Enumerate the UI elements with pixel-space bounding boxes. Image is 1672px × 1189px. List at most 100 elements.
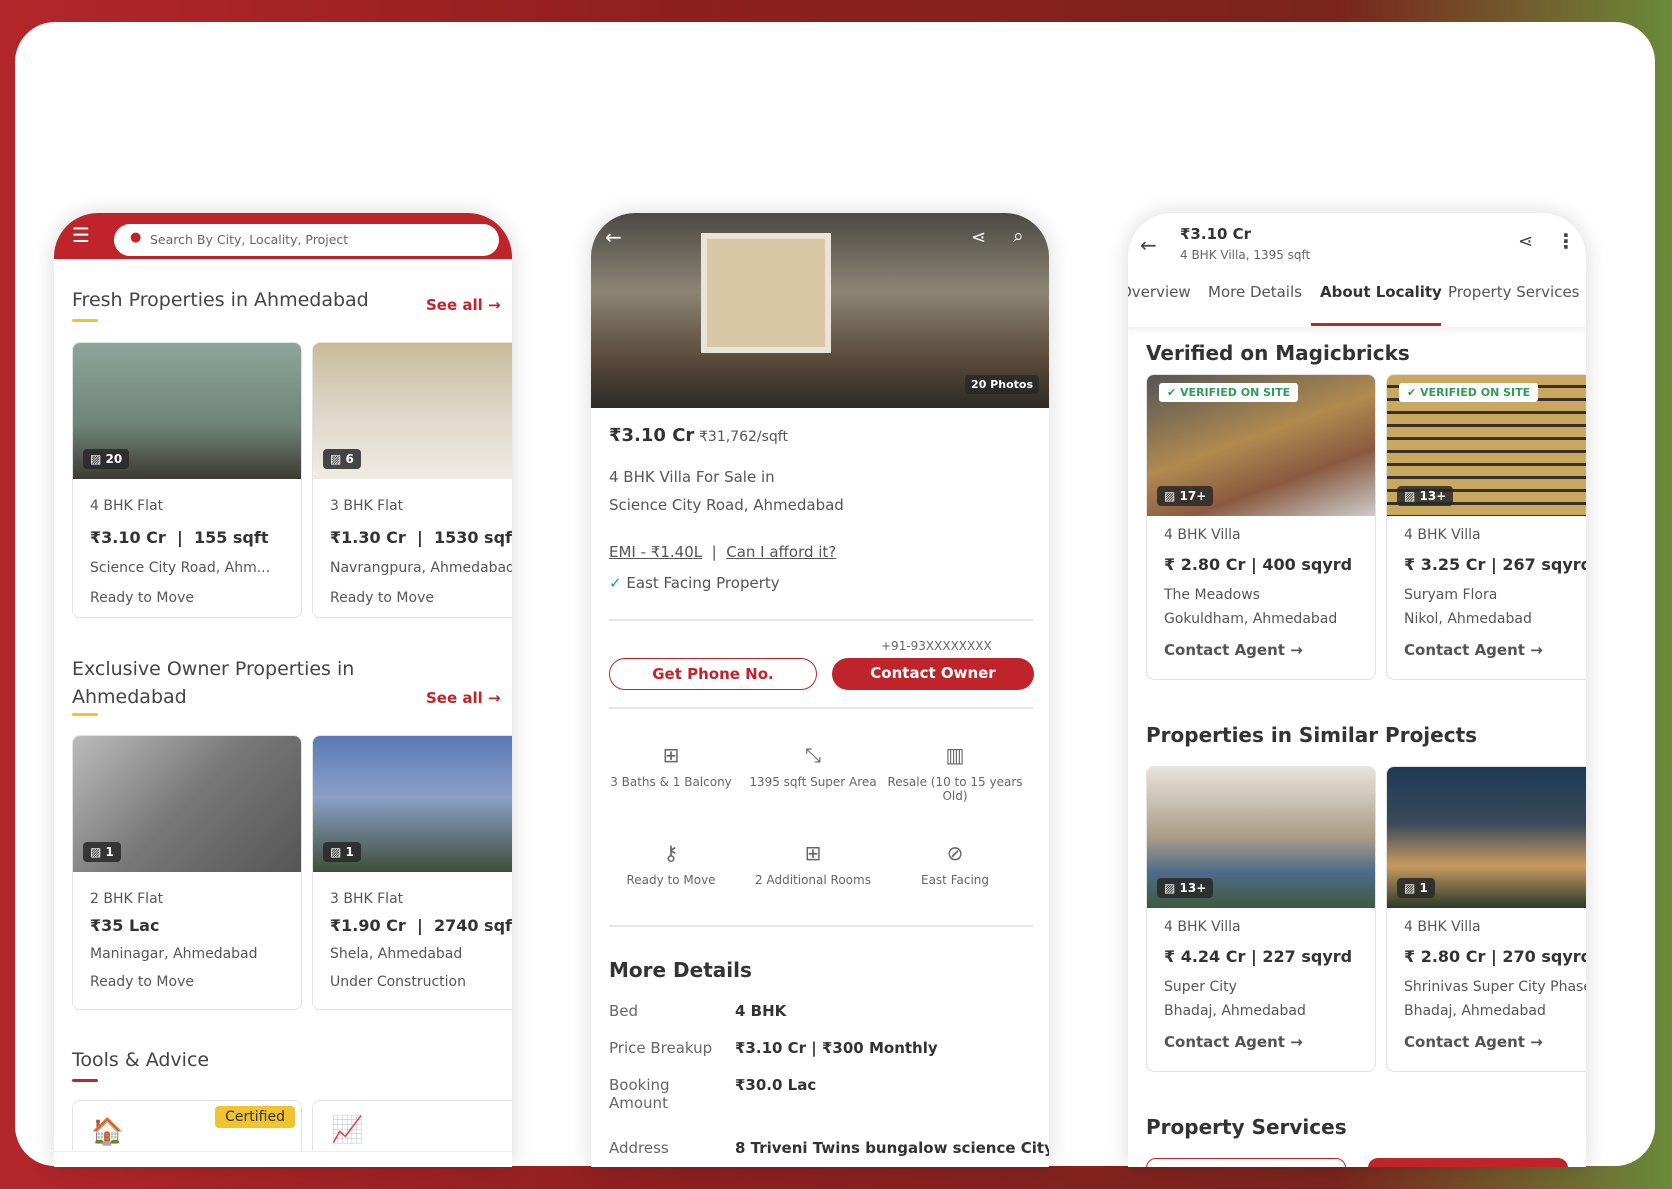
title-underline [72,1079,98,1082]
bottom-nav [54,1151,512,1167]
photo-count-badge: ▨ 1 [83,842,121,862]
property-photo: ▨ 1 [73,736,301,872]
tab-property-services[interactable]: Property Services [1448,283,1580,301]
see-all-label: See all [426,689,483,707]
rooms-grid-icon: ⊞ [804,841,822,865]
contact-agent-link[interactable]: Contact Agent → [1404,1033,1543,1051]
project-name: Super City [1164,979,1237,995]
facing-note: ✓ East Facing Property [609,574,780,592]
title-underline [72,319,98,322]
search-input[interactable]: ● Search By City, Locality, Project [114,224,499,256]
locality-screen: ← ₹3.10 Cr 4 BHK Villa, 1395 sqft ⋖ ⋮ Ov… [1128,213,1586,1167]
divider [609,707,1033,709]
property-type: 2 BHK Flat [90,891,164,907]
property-price: ₹3.10 Cr [609,425,695,446]
property-photo: ▨ 1 [313,736,512,872]
project-name: Suryam Flora [1404,587,1498,603]
property-location: Navrangpura, Ahmedabad [330,560,512,576]
property-type: 4 BHK Flat [90,498,164,514]
top-bar: ☰ ● Search By City, Locality, Project [54,213,512,259]
photo-count-badge: ▨ 13+ [1157,878,1214,898]
check-circle-icon: ✓ [609,574,622,592]
property-photo: ▨ 20 [73,343,301,479]
verified-badge: ✔ VERIFIED ON SITE [1399,383,1539,402]
location-pin-icon: ● [130,230,142,245]
contact-owner-button[interactable]: Contact Owner [832,658,1034,690]
property-location: Bhadaj, Ahmedabad [1164,1003,1306,1019]
property-photo: ▨ 6 [313,343,512,479]
property-location: Shela, Ahmedabad [330,946,463,962]
photo-count-badge: ▨ 6 [323,449,361,469]
get-phone-button[interactable]: Get Phone No. [609,658,817,690]
title-underline [72,713,98,716]
property-type: 4 BHK Villa [1404,527,1481,543]
property-price: ₹1.30 Cr | 1530 sqft [330,528,512,547]
property-detail-screen: ← ⋖ ⌕ 20 Photos ₹3.10 Cr ₹31,762/sqft 4 … [591,213,1049,1167]
price-per-sqft: ₹31,762/sqft [699,429,788,445]
property-type: 3 BHK Flat [330,891,404,907]
more-options-icon[interactable]: ⋮ [1556,229,1576,253]
service-button-filled[interactable] [1368,1158,1568,1167]
property-card[interactable]: ▨ 1 2 BHK Flat ₹35 Lac Maninagar, Ahmeda… [72,735,302,1010]
divider [609,925,1033,927]
feature-possession: ⚷ Ready to Move [601,841,741,887]
see-all-link[interactable]: See all → [426,689,501,707]
building-icon: ▥ [945,743,965,767]
share-icon[interactable]: ⋖ [1518,231,1533,252]
afford-link[interactable]: Can I afford it? [726,543,836,561]
property-status: Under Construction [330,974,466,990]
tab-more-details[interactable]: More Details [1208,283,1302,301]
photo-count-badge: ▨ 17+ [1157,486,1214,506]
tab-overview[interactable]: Overview [1128,283,1191,301]
section-title: Verified on Magicbricks [1146,341,1410,365]
property-price: ₹ 2.80 Cr | 270 sqyrd [1404,947,1586,966]
feature-facing: ⊘ East Facing [885,841,1025,887]
tab-about-locality[interactable]: About Locality [1320,283,1442,301]
verified-property-card[interactable]: ✔ VERIFIED ON SITE ▨ 17+ 4 BHK Villa ₹ 2.… [1146,374,1376,680]
property-hero-photo[interactable]: ← ⋖ ⌕ 20 Photos [591,213,1049,408]
area-icon: ⤡ [805,743,821,767]
property-status: Ready to Move [330,590,434,606]
property-location: Maninagar, Ahmedabad [90,946,258,962]
floorplan-icon: ⊞ [662,743,680,767]
section-title: Tools & Advice [72,1049,210,1071]
compass-icon: ⊘ [946,841,964,865]
feature-baths: ⊞ 3 Baths & 1 Balcony [601,743,741,789]
property-photo: ▨ 13+ [1147,767,1375,908]
project-name: Shrinivas Super City Phase [1404,979,1586,995]
property-type: 4 BHK Villa [1164,919,1241,935]
search-icon[interactable]: ⌕ [1013,225,1024,247]
property-location: Bhadaj, Ahmedabad [1404,1003,1546,1019]
divider [609,619,1033,621]
verified-property-card[interactable]: ✔ VERIFIED ON SITE ▨ 13+ 4 BHK Villa ₹ 3.… [1386,374,1586,680]
property-photo: ✔ VERIFIED ON SITE ▨ 13+ [1387,375,1586,516]
contact-agent-link[interactable]: Contact Agent → [1404,641,1543,659]
back-arrow-icon[interactable]: ← [605,225,622,249]
property-card[interactable]: ▨ 6 3 BHK Flat ₹1.30 Cr | 1530 sqft Navr… [312,342,512,618]
property-card[interactable]: ▨ 1 3 BHK Flat ₹1.90 Cr | 2740 sqft Shel… [312,735,512,1010]
similar-property-card[interactable]: ▨ 1 4 BHK Villa ₹ 2.80 Cr | 270 sqyrd Sh… [1386,766,1586,1072]
contact-agent-link[interactable]: Contact Agent → [1164,1033,1303,1051]
service-button-outline[interactable] [1146,1158,1346,1167]
share-icon[interactable]: ⋖ [971,227,986,248]
price-trend-icon: 📈 [331,1115,364,1145]
property-type: 4 BHK Villa [1404,919,1481,935]
key-icon: ⚷ [663,841,679,865]
tab-bar: Overview More Details About Locality Pro… [1128,277,1586,327]
similar-property-card[interactable]: ▨ 13+ 4 BHK Villa ₹ 4.24 Cr | 227 sqyrd … [1146,766,1376,1072]
property-photo: ▨ 1 [1387,767,1586,908]
back-arrow-icon[interactable]: ← [1140,233,1157,257]
photo-count-badge[interactable]: 20 Photos [965,375,1039,394]
property-photo: ✔ VERIFIED ON SITE ▨ 17+ [1147,375,1375,516]
emi-link[interactable]: EMI - ₹1.40L [609,543,702,561]
menu-icon[interactable]: ☰ [72,223,90,247]
section-title: Exclusive Owner Properties in Ahmedabad [72,658,355,708]
see-all-link[interactable]: See all → [426,296,501,314]
property-price: ₹ 2.80 Cr | 400 sqyrd [1164,555,1353,574]
property-card[interactable]: ▨ 20 4 BHK Flat ₹3.10 Cr | 155 sqft Scie… [72,342,302,618]
contact-agent-link[interactable]: Contact Agent → [1164,641,1303,659]
property-status: Ready to Move [90,590,194,606]
property-locality: Science City Road, Ahmedabad [609,496,844,514]
verified-badge: ✔ VERIFIED ON SITE [1159,383,1299,402]
project-name: The Meadows [1164,587,1260,603]
